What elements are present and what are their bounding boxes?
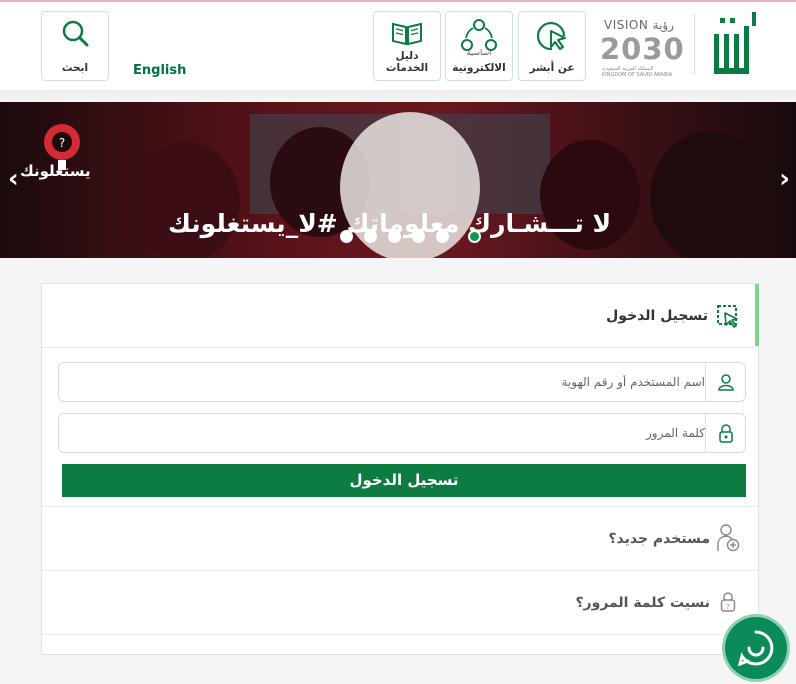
search-label: ابحث [61,62,89,74]
eservices-sub-label: اساسية [466,48,492,57]
language-switch-link[interactable]: English [133,63,186,78]
vision-line-english: KINGDOM OF SAUDI ARABIA [602,72,673,78]
svg-text:?: ? [59,136,65,150]
hacker-badge-icon: ? [44,124,80,170]
services-guide-label: دليل الخدمات [385,50,429,74]
username-input[interactable] [65,364,705,400]
login-title: تسجيل الدخول [606,308,708,324]
login-card: تسجيل الدخول تسجيل الدخول [41,283,759,655]
absher-logo [714,12,756,74]
divider [42,347,758,348]
pointer-click-icon [536,21,566,51]
search-button[interactable]: ابحث [41,11,109,81]
services-guide-button[interactable]: دليل الخدمات [373,11,441,81]
vision-title: VISION رؤية [604,18,675,32]
user-icon [718,374,734,391]
lock-question-icon: ? [720,592,736,612]
new-user-row[interactable]: مستخدم جديد؟ [42,507,758,570]
header-shadow [0,90,796,102]
divider [42,634,758,635]
carousel-dot[interactable] [412,230,425,243]
lock-icon [719,424,733,443]
password-input[interactable] [65,415,705,451]
book-icon [392,22,422,46]
banner-badge-text: يستغلونك [20,162,91,180]
username-field[interactable] [58,362,746,402]
carousel-dot[interactable] [436,230,449,243]
carousel-prev-button[interactable]: ‹ [8,164,19,194]
eservices-button[interactable]: اساسية الالكترونية [445,11,513,81]
banner-figure [650,132,770,258]
vision-number: 2030 [600,32,685,66]
card-accent-bar [755,284,759,346]
password-field[interactable] [58,413,746,453]
svg-text:?: ? [726,603,730,611]
eservices-label: الالكترونية [452,62,506,74]
about-absher-button[interactable]: عن أبشر [518,11,586,81]
login-cursor-icon [717,305,738,328]
login-submit-button[interactable]: تسجيل الدخول [62,464,746,497]
forgot-password-row[interactable]: ? نسيت كلمة المرور؟ [42,571,758,634]
search-icon [62,20,89,47]
new-user-link[interactable]: مستخدم جديد؟ [608,531,710,547]
carousel-dot[interactable] [340,230,353,243]
hero-banner: ? يستغلونك ‹ › لا تـــشـارك معلوماتك #لا… [0,102,796,258]
user-field-icon-box [705,363,745,401]
carousel-dot-active[interactable] [468,230,481,243]
banner-figure [130,142,240,258]
lock-field-icon-box [705,414,745,452]
carousel-next-button[interactable]: › [779,164,790,194]
add-user-icon [717,524,740,552]
chat-face-icon [737,630,774,667]
carousel-dot[interactable] [388,230,401,243]
site-header: ابحث English دليل الخدمات اساسية الالكتر… [0,2,796,90]
carousel-dot[interactable] [364,230,377,243]
vision-2030-logo: VISION رؤية 2030 المملكة العربية السعودي… [600,12,690,80]
chat-support-button[interactable] [725,617,787,679]
about-absher-label: عن أبشر [529,62,575,74]
header-divider [694,14,695,74]
forgot-password-link[interactable]: نسيت كلمة المرور؟ [575,595,710,611]
